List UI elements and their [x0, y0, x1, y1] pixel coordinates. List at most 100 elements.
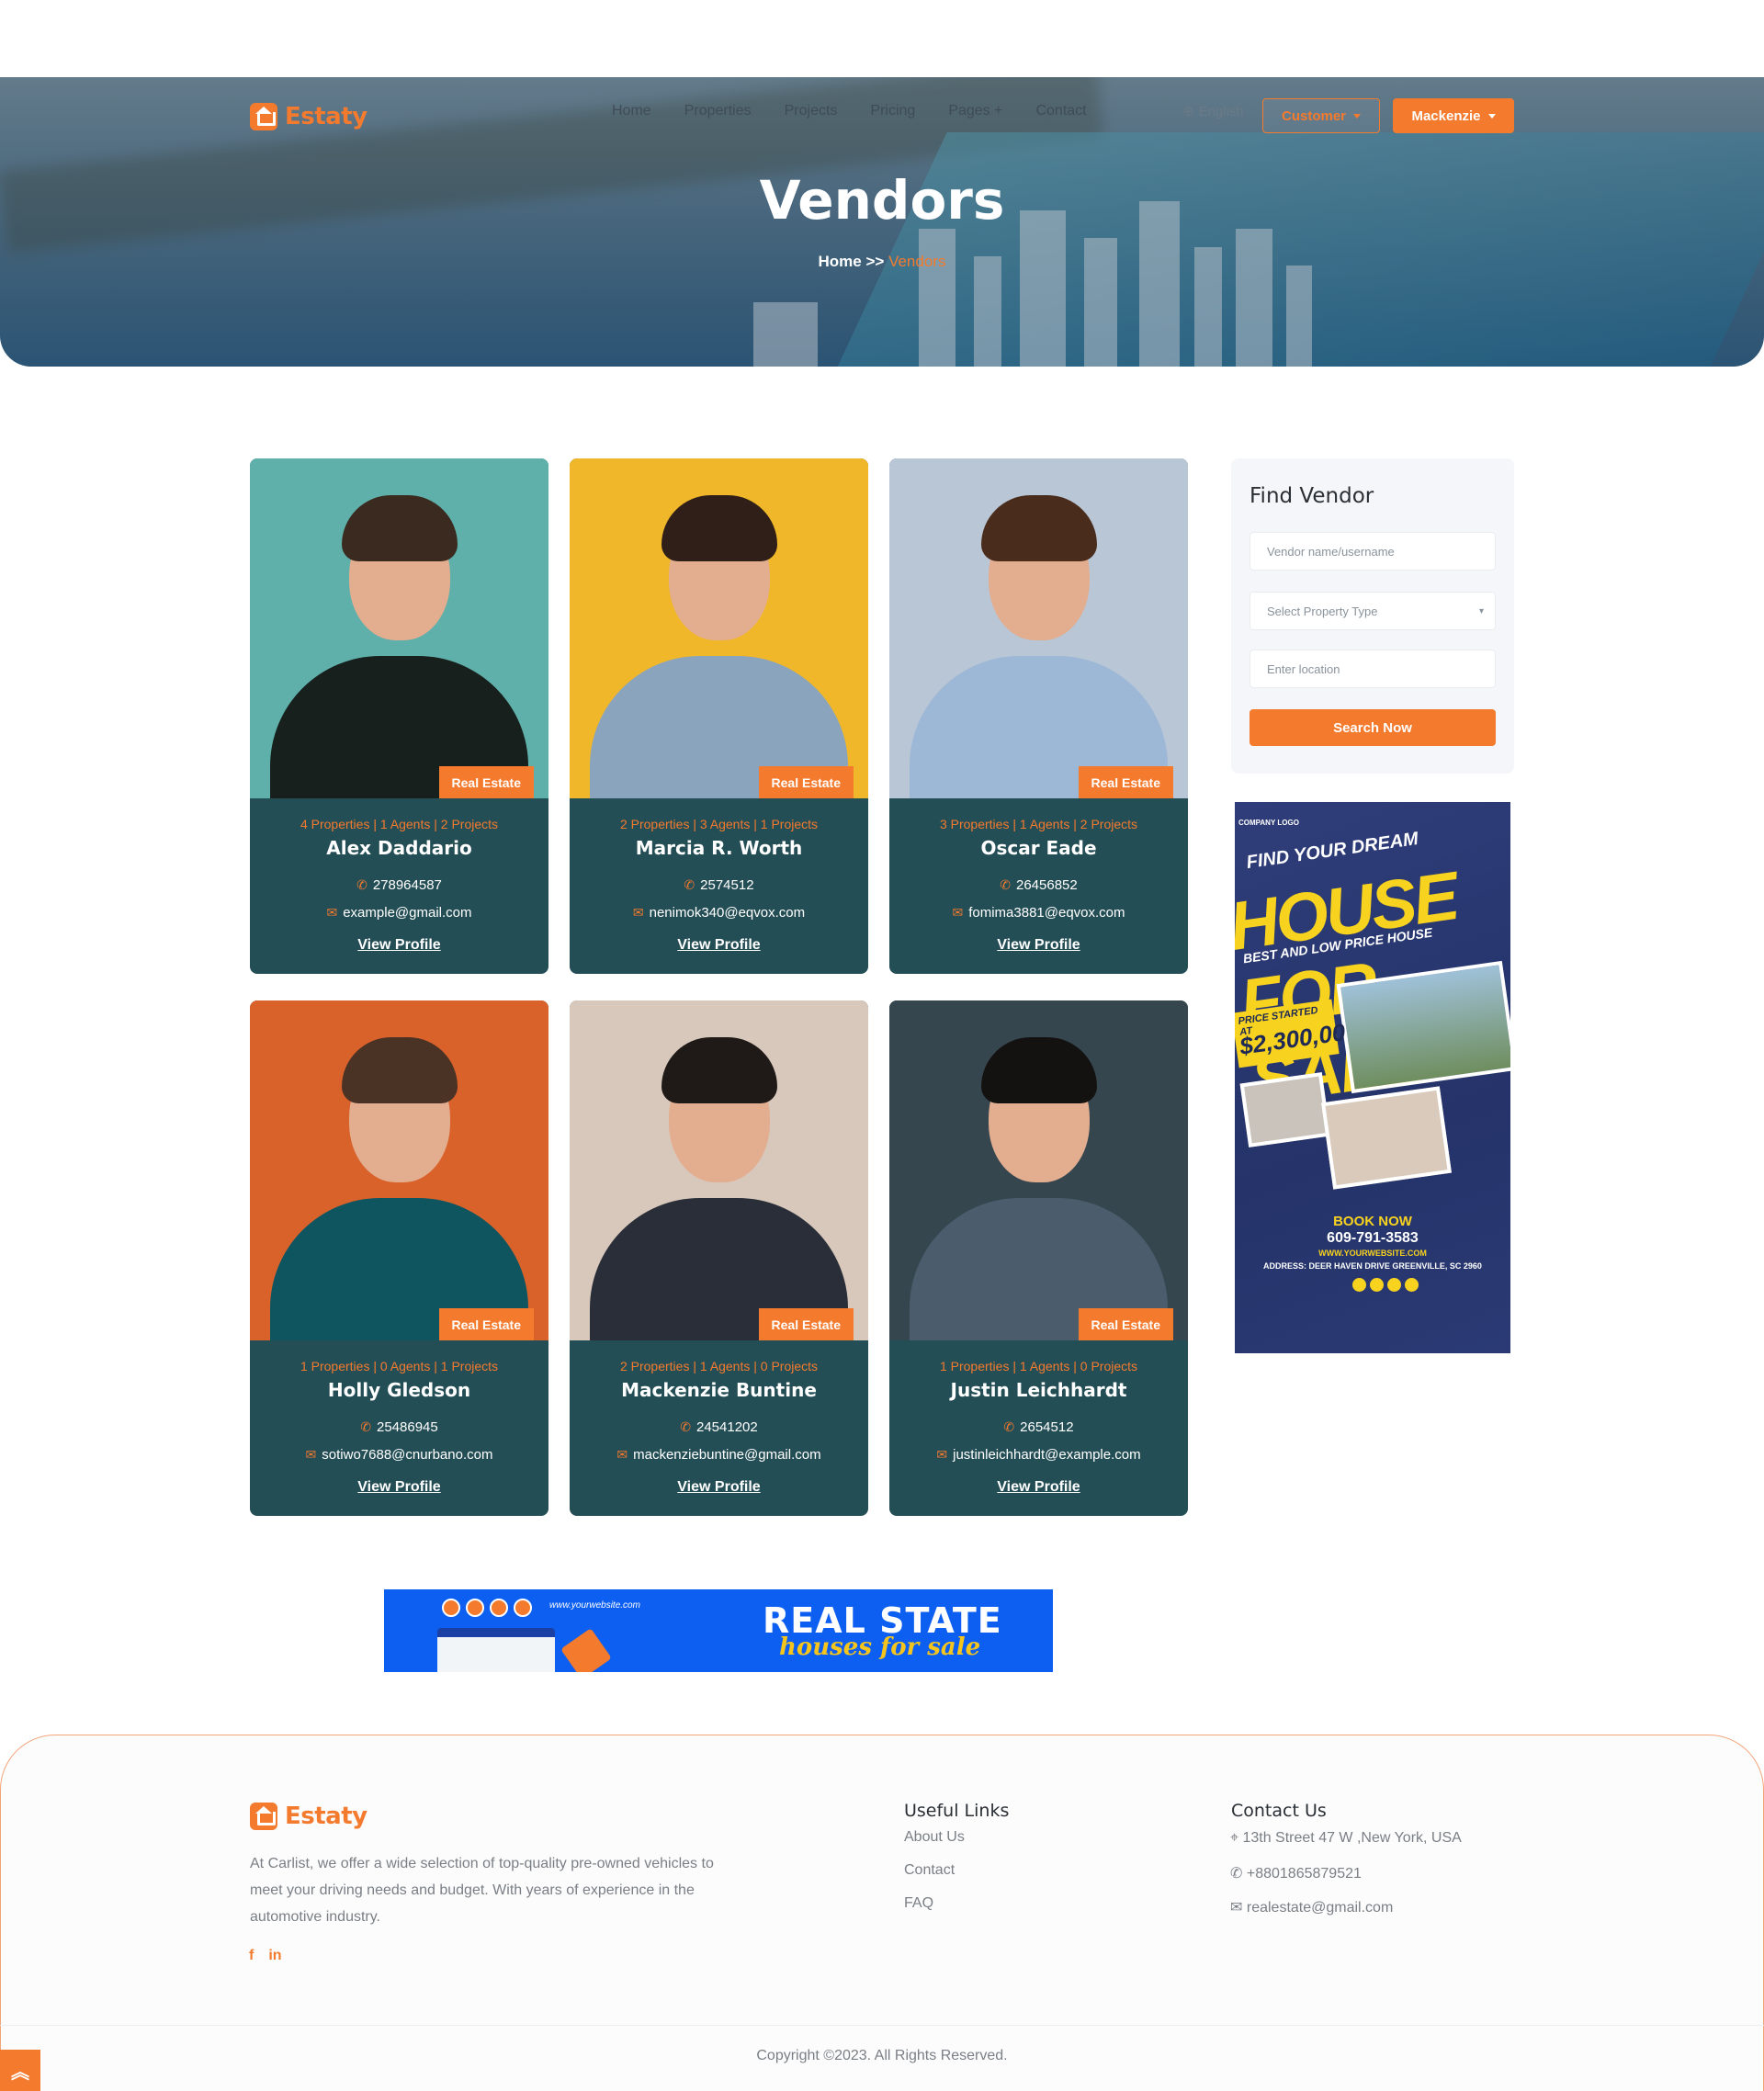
vendor-phone: ✆ 25486945 — [250, 1419, 548, 1435]
footer-link-faq[interactable]: FAQ — [904, 1895, 933, 1912]
nav-item-pricing[interactable]: Pricing — [870, 103, 915, 119]
house-logo-icon — [250, 1803, 277, 1830]
envelope-icon: ✉ — [936, 1447, 948, 1462]
footer-email-text: realestate@gmail.com — [1246, 1900, 1394, 1916]
facebook-icon[interactable]: f — [249, 1948, 254, 1964]
ad-phone: 609-791-3583 — [1327, 1230, 1419, 1246]
vendor-email: ✉ example@gmail.com — [250, 905, 548, 921]
envelope-icon: ✉ — [616, 1447, 628, 1462]
customer-dropdown-button[interactable]: Customer — [1262, 98, 1380, 133]
house-photo — [1336, 960, 1510, 1094]
breadcrumb-separator: >> — [865, 253, 885, 270]
search-now-button[interactable]: Search Now — [1250, 709, 1496, 746]
vendor-phone-text: 24541202 — [695, 1419, 758, 1435]
vendor-hair — [981, 1037, 1097, 1103]
house-logo-icon — [250, 103, 277, 130]
useful-links-heading: Useful Links — [904, 1801, 1010, 1821]
vendor-email-text: justinleichhardt@example.com — [953, 1447, 1141, 1463]
shopping-cart-graphic — [437, 1628, 555, 1672]
footer-link-contact[interactable]: Contact — [904, 1862, 955, 1879]
real-estate-banner-ad[interactable]: www.yourwebsite.com REAL STATE houses fo… — [384, 1589, 1053, 1672]
view-profile-link[interactable]: View Profile — [889, 937, 1188, 954]
vendor-stats: 2 Properties | 1 Agents | 0 Projects — [619, 1359, 819, 1373]
footer-email[interactable]: ✉ realestate@gmail.com — [1230, 1898, 1393, 1916]
breadcrumb-home[interactable]: Home — [819, 253, 862, 270]
vendor-phone-text: 25486945 — [376, 1419, 438, 1435]
brand-logo[interactable]: Estaty — [250, 103, 368, 130]
footer-phone[interactable]: ✆ +8801865879521 — [1230, 1864, 1362, 1882]
vendor-card[interactable]: Real Estate 1 Properties | 1 Agents | 0 P… — [889, 1000, 1188, 1516]
vendor-card[interactable]: Real Estate 2 Properties | 3 Agents | 1 P… — [570, 458, 868, 974]
vendor-hair — [342, 1037, 458, 1103]
nav-item-pages[interactable]: Pages + — [948, 103, 1002, 119]
envelope-icon: ✉ — [952, 905, 964, 920]
language-selector[interactable]: ⊕ English — [1182, 103, 1244, 120]
ad-website: WWW.YOURWEBSITE.COM — [1318, 1249, 1427, 1258]
vendor-name: Alex Daddario — [326, 837, 472, 859]
footer-address-text: 13th Street 47 W ,New York, USA — [1242, 1830, 1462, 1846]
bedroom-photo — [1239, 1072, 1331, 1147]
footer-link-about[interactable]: About Us — [904, 1829, 965, 1846]
scroll-to-top-button[interactable]: ︽ — [0, 2050, 40, 2091]
user-dropdown-button[interactable]: Mackenzie — [1393, 98, 1514, 133]
chevron-down-icon — [1487, 113, 1496, 119]
location-pin-icon: ⌖ — [1230, 1830, 1239, 1846]
find-vendor-panel: Find Vendor Vendor name/username Select … — [1231, 458, 1514, 774]
vendor-card[interactable]: Real Estate 4 Properties | 1 Agents | 2 P… — [250, 458, 548, 974]
copyright: Copyright ©2023. All Rights Reserved. — [756, 2048, 1008, 2063]
vendor-email-text: nenimok340@eqvox.com — [649, 905, 806, 921]
view-profile-link[interactable]: View Profile — [570, 1479, 868, 1496]
view-profile-link[interactable]: View Profile — [250, 937, 548, 954]
view-profile-link[interactable]: View Profile — [250, 1479, 548, 1496]
vendor-photo — [250, 458, 548, 798]
vendor-photo — [570, 1000, 868, 1340]
envelope-icon: ✉ — [305, 1447, 317, 1462]
vendor-phone: ✆ 278964587 — [250, 877, 548, 893]
phone-icon: ✆ — [1003, 1419, 1015, 1434]
location-input[interactable]: Enter location — [1250, 650, 1496, 688]
ad-address: ADDRESS: DEER HAVEN DRIVE GREENVILLE, SC… — [1263, 1261, 1482, 1271]
phone-icon: ✆ — [680, 1419, 691, 1434]
vendor-name-input[interactable]: Vendor name/username — [1250, 532, 1496, 571]
language-label: English — [1198, 103, 1244, 119]
vendor-stats: 1 Properties | 0 Agents | 1 Projects — [300, 1359, 499, 1373]
vendor-card[interactable]: Real Estate 3 Properties | 1 Agents | 2 P… — [889, 458, 1188, 974]
footer-brand-logo[interactable]: Estaty — [250, 1803, 368, 1830]
vendor-phone: ✆ 26456852 — [889, 877, 1188, 893]
footer-about-text: At Carlist, we offer a wide selection of… — [250, 1856, 714, 1925]
vendor-stats: 2 Properties | 3 Agents | 1 Projects — [619, 817, 819, 831]
house-sale-ad[interactable]: COMPANY LOGO FIND YOUR DREAM HOUSE FOR S… — [1235, 802, 1510, 1353]
envelope-icon: ✉ — [326, 905, 338, 920]
ad-book-now: BOOK NOW — [1333, 1214, 1412, 1229]
view-profile-link[interactable]: View Profile — [570, 937, 868, 954]
vendor-photo — [570, 458, 868, 798]
envelope-icon: ✉ — [632, 905, 644, 920]
vendor-email-text: sotiwo7688@cnurbano.com — [322, 1447, 493, 1463]
vendor-name: Mackenzie Buntine — [621, 1379, 817, 1401]
footer-social-links: f in — [249, 1948, 282, 1964]
phone-icon: ✆ — [1000, 877, 1011, 892]
vendor-hair — [342, 495, 458, 561]
find-vendor-title: Find Vendor — [1250, 484, 1374, 508]
footer-address: ⌖ 13th Street 47 W ,New York, USA — [1230, 1830, 1462, 1847]
nav-item-projects[interactable]: Projects — [785, 103, 838, 119]
view-profile-link[interactable]: View Profile — [889, 1479, 1188, 1496]
nav-item-properties[interactable]: Properties — [684, 103, 752, 119]
vendor-category-badge: Real Estate — [1078, 1308, 1173, 1340]
footer-divider — [0, 2025, 1764, 2026]
footer-phone-text: +8801865879521 — [1246, 1866, 1362, 1882]
vendor-email: ✉ justinleichhardt@example.com — [889, 1447, 1188, 1463]
vendor-hair — [981, 495, 1097, 561]
property-type-select[interactable]: Select Property Type ▾ — [1250, 592, 1496, 630]
vendor-stats: 4 Properties | 1 Agents | 2 Projects — [300, 817, 499, 831]
phone-icon: ✆ — [684, 877, 695, 892]
nav-item-contact[interactable]: Contact — [1035, 103, 1086, 119]
vendor-card[interactable]: Real Estate 1 Properties | 0 Agents | 1 P… — [250, 1000, 548, 1516]
contact-us-heading: Contact Us — [1231, 1801, 1327, 1821]
vendor-email-text: mackenziebuntine@gmail.com — [633, 1447, 821, 1463]
linkedin-icon[interactable]: in — [268, 1948, 281, 1964]
nav-item-home[interactable]: Home — [612, 103, 651, 119]
ad-social-icons — [1352, 1278, 1419, 1292]
vendor-email-text: fomima3881@eqvox.com — [968, 905, 1125, 921]
vendor-card[interactable]: Real Estate 2 Properties | 1 Agents | 0 P… — [570, 1000, 868, 1516]
